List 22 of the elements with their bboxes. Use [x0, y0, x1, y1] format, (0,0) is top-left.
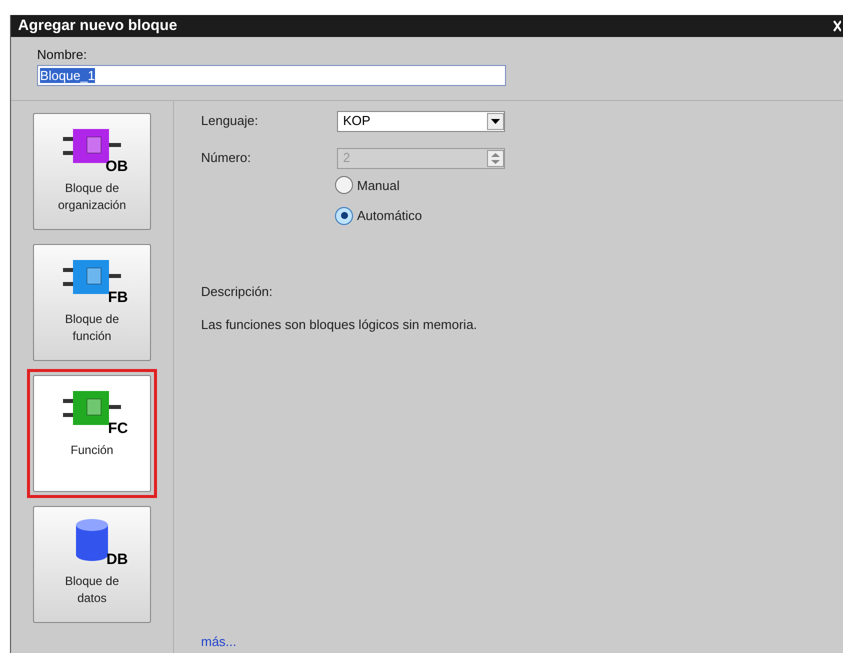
name-label: Nombre:	[37, 46, 88, 64]
radio-option[interactable]: Manual	[335, 176, 843, 195]
block-type-label: FC	[108, 420, 128, 436]
close-icon[interactable]	[833, 20, 841, 32]
language-label: Lenguaje:	[201, 112, 260, 130]
more-link[interactable]: más...	[201, 632, 843, 651]
description-text: Las funciones son bloques lógicos sin memoria.	[201, 316, 478, 334]
number-label: Número:	[201, 149, 252, 168]
radio-option[interactable]: Automático	[335, 206, 843, 226]
block-type-label: OB	[106, 158, 128, 174]
block-type-button[interactable]: DB Bloque de datos	[33, 506, 151, 622]
name-value: Bloque_1	[40, 68, 95, 82]
block-type-button[interactable]: OB Bloque de organización	[33, 112, 151, 230]
description-label: Descripción:	[201, 282, 274, 301]
language-dropdown[interactable]: KOP	[337, 110, 505, 132]
window-title: Agregar nuevo bloque	[18, 16, 178, 36]
name-field[interactable]: Bloque_1	[37, 64, 506, 86]
block-type-label: FB	[108, 290, 128, 304]
block-type-button[interactable]: FC Función	[33, 374, 151, 492]
spinner-arrows-icon	[487, 150, 504, 166]
block-type-label: DB	[106, 552, 128, 566]
block-type-button[interactable]: FB Bloque de función	[33, 244, 151, 360]
